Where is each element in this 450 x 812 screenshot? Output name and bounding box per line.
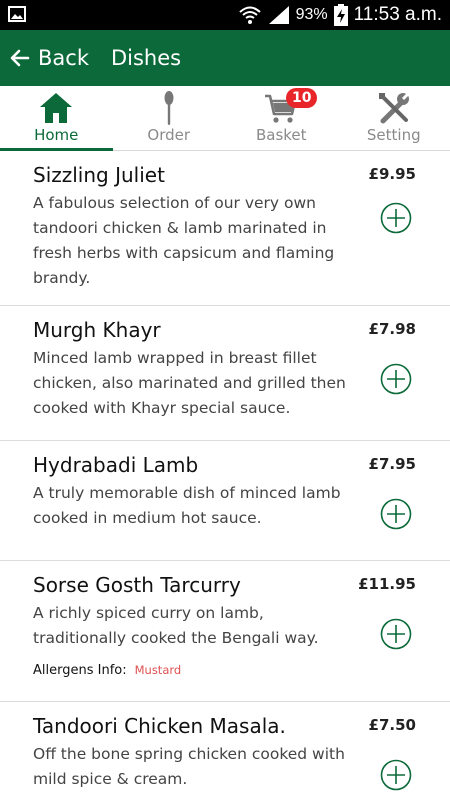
status-bar: 93% 11:53 a.m. [0, 0, 450, 30]
add-to-basket-button[interactable] [380, 202, 412, 234]
allergens-info: Allergens Info: Mustard [33, 663, 181, 678]
tab-home[interactable]: Home [0, 86, 113, 150]
spoon-icon [151, 90, 187, 126]
dish-item: Sorse Gosth Tarcurry £11.95 A richly spi… [0, 561, 450, 702]
gallery-icon [8, 6, 26, 22]
tab-setting[interactable]: Setting [338, 86, 450, 150]
battery-charging-icon [334, 4, 348, 26]
add-to-basket-button[interactable] [380, 618, 412, 650]
signal-icon [268, 5, 290, 25]
dish-description: A truly memorable dish of minced lamb co… [33, 481, 353, 531]
dish-description: Minced lamb wrapped in breast fillet chi… [33, 346, 353, 421]
allergens-label: Allergens Info: [33, 663, 127, 678]
tab-basket[interactable]: 10 Basket [225, 86, 338, 150]
back-label: Back [38, 46, 89, 70]
tools-icon [376, 90, 412, 126]
dish-price: £11.95 [358, 575, 416, 593]
arrow-left-icon [8, 46, 32, 70]
page-title: Dishes [111, 46, 181, 70]
back-button[interactable]: Back [8, 30, 89, 86]
basket-count-badge: 10 [286, 88, 317, 108]
dish-price: £7.50 [369, 716, 416, 734]
battery-percent: 93% [296, 6, 328, 24]
allergen-value: Mustard [135, 663, 182, 677]
dish-description: A richly spiced curry on lamb, tradition… [33, 601, 353, 651]
dish-price: £9.95 [369, 165, 416, 183]
dish-item: Hydrabadi Lamb £7.95 A truly memorable d… [0, 441, 450, 561]
dish-price: £7.95 [369, 455, 416, 473]
dish-description: A fabulous selection of our very own tan… [33, 191, 353, 291]
clock: 11:53 a.m. [354, 4, 442, 26]
add-to-basket-button[interactable] [380, 498, 412, 530]
tab-bar: Home Order 10 Basket Setting [0, 86, 450, 151]
dish-name: Murgh Khayr [33, 318, 161, 342]
dish-item: Murgh Khayr £7.98 Minced lamb wrapped in… [0, 306, 450, 441]
add-to-basket-button[interactable] [380, 759, 412, 791]
dish-item: Sizzling Juliet £9.95 A fabulous selecti… [0, 151, 450, 306]
tab-order-label: Order [113, 126, 226, 144]
dish-name: Tandoori Chicken Masala. [33, 714, 286, 738]
dish-item: Tandoori Chicken Masala. £7.50 Off the b… [0, 702, 450, 812]
dish-name: Hydrabadi Lamb [33, 453, 198, 477]
dish-description: Off the bone spring chicken cooked with … [33, 742, 353, 792]
home-icon [38, 90, 74, 126]
tab-basket-label: Basket [225, 126, 338, 144]
tab-order[interactable]: Order [113, 86, 226, 150]
add-to-basket-button[interactable] [380, 363, 412, 395]
tab-home-label: Home [0, 126, 113, 144]
dish-price: £7.98 [369, 320, 416, 338]
app-bar: Back Dishes [0, 30, 450, 86]
dish-name: Sizzling Juliet [33, 163, 165, 187]
tab-setting-label: Setting [338, 126, 450, 144]
dish-name: Sorse Gosth Tarcurry [33, 573, 241, 597]
wifi-icon [238, 4, 262, 26]
